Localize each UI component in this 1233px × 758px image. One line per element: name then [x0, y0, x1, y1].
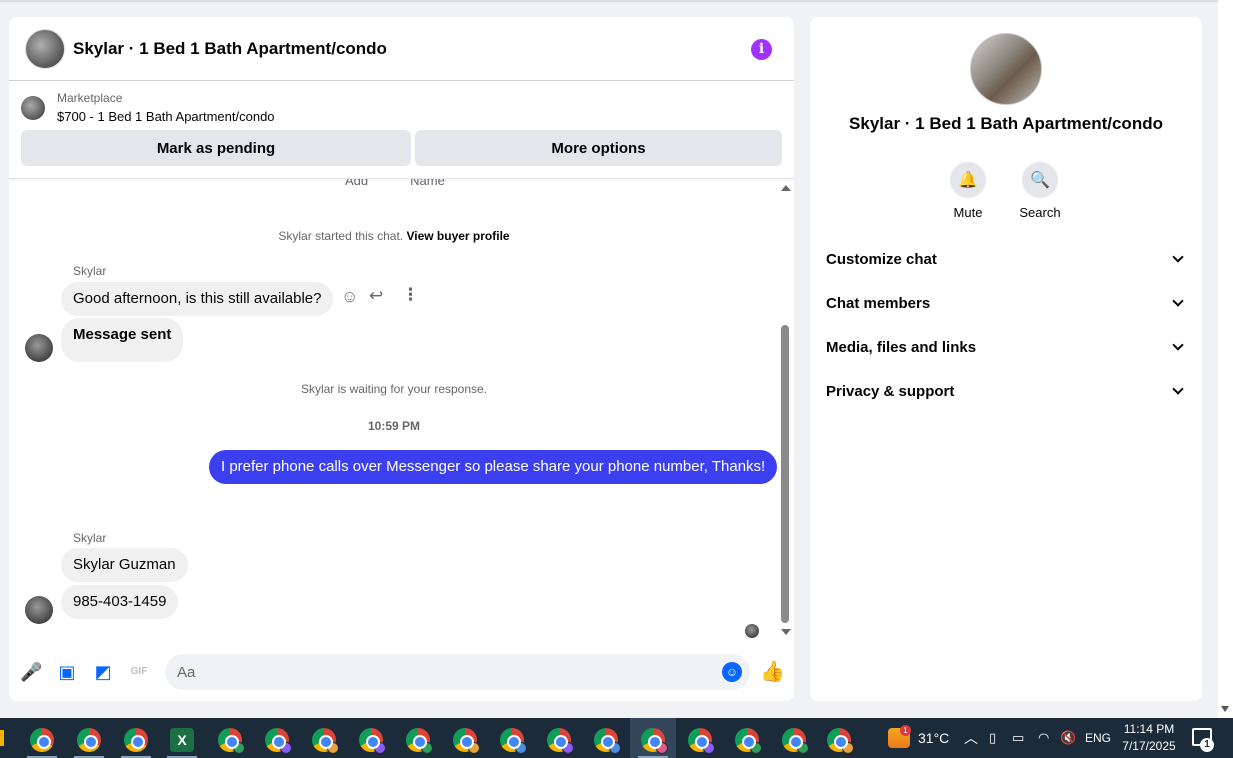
weather-badge: 1	[900, 725, 911, 736]
more-dots-icon[interactable]: ⋮	[402, 285, 419, 305]
like-icon[interactable]: 👍	[760, 661, 785, 683]
excel-icon[interactable]: X	[170, 728, 194, 752]
listing-title[interactable]: $700 - 1 Bed 1 Bath Apartment/condo	[57, 109, 275, 124]
more-options-button[interactable]: More options	[415, 130, 782, 166]
mute-button[interactable]: 🔔 Mute	[938, 162, 998, 220]
my-message-bubble[interactable]: I prefer phone calls over Messenger so p…	[209, 450, 778, 484]
chrome-profile-icon[interactable]	[218, 728, 245, 754]
cutoff-label-add: Add	[345, 179, 369, 188]
timestamp: 10:59 PM	[367, 419, 421, 433]
cutoff-label-name: Name	[410, 179, 445, 188]
weather-temp[interactable]: 31°C	[918, 718, 949, 758]
scroll-down-arrow-icon[interactable]	[1221, 706, 1229, 712]
chrome-profile-icon[interactable]	[359, 728, 386, 754]
chat-panel: Skylar · 1 Bed 1 Bath Apartment/condo i …	[9, 17, 794, 701]
taskbar: X 1 31°C ︿ ▯ ▭ ◠ 🔇 ENG 11:14 PM 7/17/202…	[0, 718, 1233, 758]
chevron-down-icon	[1172, 339, 1184, 351]
view-buyer-profile-link[interactable]: View buyer profile	[406, 229, 509, 243]
file-explorer-icon[interactable]	[0, 730, 4, 746]
chrome-profile-icon[interactable]	[827, 728, 854, 754]
chrome-profile-icon[interactable]	[265, 728, 292, 754]
volume-mute-icon[interactable]: 🔇	[1060, 718, 1076, 758]
chrome-profile-icon[interactable]	[453, 728, 480, 754]
chevron-up-icon[interactable]: ︿	[964, 718, 978, 758]
avatar[interactable]	[25, 334, 53, 362]
chrome-profile-icon[interactable]	[641, 728, 668, 754]
chevron-down-icon	[1172, 251, 1184, 263]
chrome-icon[interactable]	[77, 728, 101, 752]
chrome-profile-icon[interactable]	[594, 728, 621, 754]
info-icon[interactable]: i	[751, 39, 772, 60]
gif-icon[interactable]: GIF	[128, 661, 150, 683]
scroll-thumb[interactable]	[781, 325, 789, 623]
chrome-profile-icon[interactable]	[500, 728, 527, 754]
avatar[interactable]	[25, 28, 65, 69]
seen-avatar	[745, 624, 759, 638]
marketplace-label: Marketplace	[57, 91, 123, 105]
message-bubble[interactable]: 985-403-1459	[61, 585, 179, 619]
avatar[interactable]	[970, 33, 1042, 105]
section-chat-members[interactable]: Chat members	[826, 281, 1186, 325]
emoji-icon[interactable]: ☺	[722, 662, 742, 682]
sticker-icon[interactable]: ◩	[92, 661, 114, 683]
battery-icon[interactable]: ▭	[1012, 718, 1024, 758]
listing-thumbnail[interactable]	[21, 95, 45, 120]
message-bubble[interactable]: Message sent	[61, 318, 184, 362]
chrome-icon[interactable]	[124, 728, 148, 752]
avatar[interactable]	[25, 596, 53, 624]
mark-as-pending-button[interactable]: Mark as pending	[21, 130, 411, 166]
chrome-profile-icon[interactable]	[547, 728, 574, 754]
scroll-down-arrow-icon[interactable]	[781, 629, 791, 635]
chevron-down-icon	[1172, 383, 1184, 395]
page-scrollbar[interactable]	[1218, 0, 1233, 718]
sender-name: Skylar	[73, 531, 107, 545]
photo-icon[interactable]: ▣	[56, 661, 78, 683]
chrome-profile-icon[interactable]	[688, 728, 715, 754]
cutoff-labels: Add Name	[345, 179, 487, 188]
chrome-icon[interactable]	[30, 728, 54, 752]
composer: 🎤 ▣ ◩ GIF ☺ 👍	[9, 653, 794, 691]
message-bubble[interactable]: Skylar Guzman	[61, 548, 188, 582]
wifi-icon[interactable]: ◠	[1038, 718, 1049, 758]
language-indicator[interactable]: ENG	[1085, 718, 1111, 758]
clock-date: 7/17/2025	[1122, 739, 1176, 753]
section-customize-chat[interactable]: Customize chat	[826, 237, 1186, 281]
react-emoji-icon[interactable]: ☺	[341, 287, 358, 307]
message-list[interactable]: Add Name Skylar started this chat. View b…	[9, 179, 794, 649]
notification-badge: 1	[1200, 738, 1214, 752]
chat-header: Skylar · 1 Bed 1 Bath Apartment/condo i	[9, 17, 794, 81]
chrome-profile-icon[interactable]	[735, 728, 762, 754]
message-input[interactable]	[165, 654, 750, 690]
mute-label: Mute	[953, 205, 983, 220]
search-button[interactable]: 🔍 Search	[1010, 162, 1070, 220]
section-media-files-links[interactable]: Media, files and links	[826, 325, 1186, 369]
info-title: Skylar · 1 Bed 1 Bath Apartment/condo	[849, 114, 1163, 133]
chat-title[interactable]: Skylar · 1 Bed 1 Bath Apartment/condo	[73, 39, 387, 59]
reply-icon[interactable]: ↩	[369, 286, 383, 306]
chevron-down-icon	[1172, 295, 1184, 307]
chrome-profile-icon[interactable]	[406, 728, 433, 754]
system-message-started: Skylar started this chat. View buyer pro…	[278, 229, 510, 243]
bell-icon[interactable]: 🔔	[950, 162, 986, 198]
search-label: Search	[1019, 205, 1061, 220]
chrome-profile-icon[interactable]	[312, 728, 339, 754]
system-message-waiting: Skylar is waiting for your response.	[300, 382, 488, 396]
info-panel: Skylar · 1 Bed 1 Bath Apartment/condo 🔔 …	[810, 17, 1202, 701]
clock[interactable]: 11:14 PM 7/17/2025	[1120, 721, 1178, 755]
chat-scrollbar[interactable]	[779, 179, 793, 639]
search-icon[interactable]: 🔍	[1022, 162, 1058, 198]
section-privacy-support[interactable]: Privacy & support	[826, 369, 1186, 413]
message-bubble[interactable]: Good afternoon, is this still available?	[61, 282, 334, 316]
clock-time: 11:14 PM	[1123, 722, 1175, 736]
sender-name: Skylar	[73, 264, 107, 278]
scroll-up-arrow-icon[interactable]	[781, 185, 791, 191]
meet-icon[interactable]: ▯	[989, 718, 996, 758]
top-border	[0, 0, 1218, 2]
microphone-icon[interactable]: 🎤	[20, 661, 42, 683]
marketplace-banner: Marketplace $700 - 1 Bed 1 Bath Apartmen…	[9, 81, 794, 179]
chrome-profile-icon[interactable]	[782, 728, 809, 754]
